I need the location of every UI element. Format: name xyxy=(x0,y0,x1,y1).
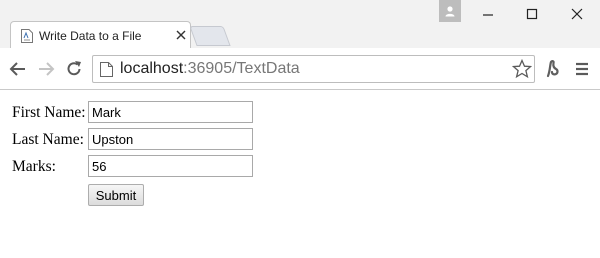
browser-toolbar: localhost:36905/TextData xyxy=(0,48,600,90)
menu-icon[interactable] xyxy=(572,59,592,79)
user-profile-button[interactable] xyxy=(439,0,461,22)
minimize-button[interactable] xyxy=(476,4,500,24)
marks-input[interactable] xyxy=(88,155,253,177)
user-icon xyxy=(445,6,455,17)
new-tab-button[interactable] xyxy=(189,26,231,46)
star-icon[interactable] xyxy=(512,59,532,79)
url-text: localhost:36905/TextData xyxy=(120,60,300,78)
first-name-input[interactable] xyxy=(88,101,253,123)
url-host: localhost xyxy=(120,60,184,77)
page-content: First Name: Last Name: Marks: Submit xyxy=(0,90,600,258)
browser-tab[interactable]: Write Data to a File xyxy=(10,21,191,49)
last-name-label: Last Name: xyxy=(12,131,84,148)
reload-icon[interactable] xyxy=(64,59,84,79)
extension-icon[interactable] xyxy=(543,59,563,79)
submit-button[interactable]: Submit xyxy=(88,184,144,206)
page-favicon-icon xyxy=(21,29,33,43)
close-icon xyxy=(571,8,583,20)
maximize-button[interactable] xyxy=(520,4,544,24)
last-name-input[interactable] xyxy=(88,128,253,150)
forward-arrow-icon[interactable] xyxy=(36,59,56,79)
minimize-icon xyxy=(483,14,493,16)
address-bar[interactable]: localhost:36905/TextData xyxy=(92,55,535,83)
back-arrow-icon[interactable] xyxy=(8,59,28,79)
first-name-label: First Name: xyxy=(12,104,86,121)
tab-title: Write Data to a File xyxy=(39,29,142,43)
tab-close-icon[interactable] xyxy=(174,28,188,42)
url-path: :36905/TextData xyxy=(183,60,300,77)
maximize-icon xyxy=(526,8,538,20)
close-window-button[interactable] xyxy=(565,4,589,24)
marks-label: Marks: xyxy=(12,158,56,175)
page-icon xyxy=(100,62,113,77)
title-bar: Write Data to a File xyxy=(0,0,600,49)
